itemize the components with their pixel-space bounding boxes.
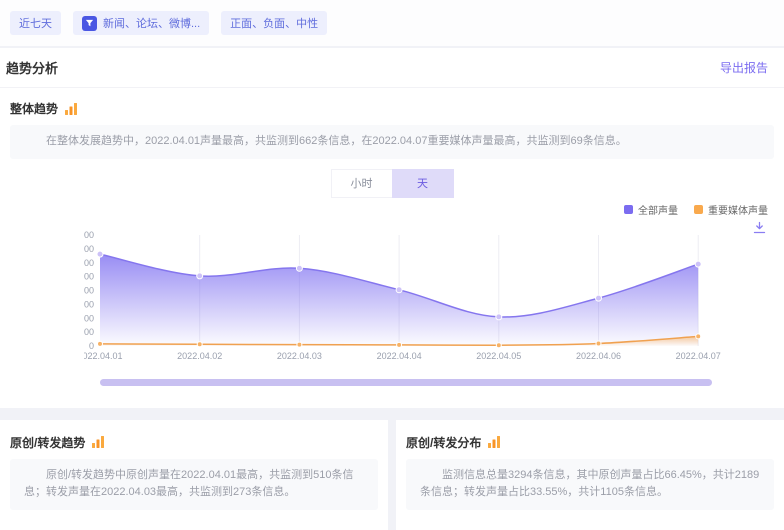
y-axis-tick: 500: [84, 271, 94, 281]
legend-label: 全部声量: [638, 202, 678, 217]
left-card-title: 原创/转发趋势: [10, 434, 85, 451]
panel-header: 趋势分析 导出报告: [0, 48, 784, 88]
overall-trend-header: 整体趋势: [0, 88, 784, 117]
data-point: [695, 261, 701, 267]
export-report-link[interactable]: 导出报告: [720, 59, 768, 76]
data-point: [197, 341, 202, 346]
granularity-toggle: 小时 天: [0, 169, 784, 198]
data-point: [496, 342, 501, 347]
trend-analysis-panel: 趋势分析 导出报告 整体趋势 在整体发展趋势中，2022.04.01声量最高，共…: [0, 48, 784, 408]
data-point: [596, 341, 601, 346]
filter-sentiment-label: 正面、负面、中性: [230, 15, 318, 31]
data-point: [596, 295, 602, 301]
right-card-summary: 监测信息总量3294条信息，其中原创声量占比66.45%，共计2189条信息；转…: [406, 459, 774, 510]
data-point: [197, 272, 203, 278]
x-axis-tick: 2022.04.03: [277, 351, 322, 361]
original-repost-trend-card: 原创/转发趋势 原创/转发趋势中原创声量在2022.04.01最高，共监测到51…: [0, 420, 388, 530]
filter-time-label: 近七天: [19, 15, 52, 31]
chart-legend: 全部声量 重要媒体声量: [624, 202, 768, 217]
trend-area-chart[interactable]: 0 100 200 300 400 500 600 700 800 2022.04.01 2022.…: [84, 225, 724, 367]
y-axis-tick: 0: [89, 341, 94, 351]
x-axis-tick: 2022.04.04: [377, 351, 422, 361]
data-point: [296, 265, 302, 271]
x-axis-tick: 2022.04.05: [476, 351, 521, 361]
right-card-header: 原创/转发分布: [396, 432, 784, 451]
chart-datazoom-slider[interactable]: [100, 379, 712, 386]
overall-trend-summary: 在整体发展趋势中，2022.04.01声量最高，共监测到662条信息，在2022…: [10, 125, 774, 159]
x-axis-tick: 2022.04.06: [576, 351, 621, 361]
data-point: [98, 341, 103, 346]
bar-chart-icon: [91, 435, 105, 449]
legend-item[interactable]: 重要媒体声量: [694, 202, 768, 217]
y-axis-tick: 200: [84, 313, 94, 323]
media-source-icon: [82, 16, 97, 31]
y-axis-tick: 100: [84, 327, 94, 337]
y-axis-tick: 300: [84, 299, 94, 309]
y-axis-tick: 400: [84, 285, 94, 295]
x-axis-tick: 2022.04.07: [676, 351, 721, 361]
overall-trend-title: 整体趋势: [10, 100, 58, 117]
toggle-hour-button[interactable]: 小时: [331, 169, 392, 198]
x-axis-tick: 2022.04.01: [84, 351, 123, 361]
data-point: [696, 333, 701, 338]
download-chart-icon[interactable]: [753, 221, 766, 234]
data-point: [97, 251, 103, 257]
y-axis-tick: 800: [84, 230, 94, 240]
left-card-summary: 原创/转发趋势中原创声量在2022.04.01最高，共监测到510条信息；转发声…: [10, 459, 378, 510]
legend-swatch: [624, 205, 633, 214]
page-title: 趋势分析: [6, 58, 58, 77]
right-card-title: 原创/转发分布: [406, 434, 481, 451]
data-point: [396, 286, 402, 292]
trend-chart-area: 全部声量 重要媒体声量 0 100 200 300 400 500 600 700 800 2022…: [0, 202, 784, 392]
data-point: [397, 342, 402, 347]
filter-sources-label: 新闻、论坛、微博...: [103, 15, 200, 31]
legend-label: 重要媒体声量: [708, 202, 768, 217]
left-card-header: 原创/转发趋势: [0, 432, 388, 451]
filter-bar: 近七天 新闻、论坛、微博... 正面、负面、中性: [0, 0, 784, 46]
filter-chip-sources[interactable]: 新闻、论坛、微博...: [73, 11, 209, 35]
legend-swatch: [694, 205, 703, 214]
legend-item[interactable]: 全部声量: [624, 202, 678, 217]
y-axis-tick: 600: [84, 257, 94, 267]
bar-chart-icon: [487, 435, 501, 449]
original-repost-distribution-card: 原创/转发分布 监测信息总量3294条信息，其中原创声量占比66.45%，共计2…: [396, 420, 784, 530]
data-point: [496, 313, 502, 319]
toggle-day-button[interactable]: 天: [392, 169, 454, 198]
y-axis-tick: 700: [84, 243, 94, 253]
filter-chip-time-range[interactable]: 近七天: [10, 11, 61, 35]
filter-chip-sentiment[interactable]: 正面、负面、中性: [221, 11, 327, 35]
bar-chart-icon: [64, 102, 78, 116]
bottom-cards-row: 原创/转发趋势 原创/转发趋势中原创声量在2022.04.01最高，共监测到51…: [0, 420, 784, 530]
x-axis-tick: 2022.04.02: [177, 351, 222, 361]
data-point: [297, 342, 302, 347]
